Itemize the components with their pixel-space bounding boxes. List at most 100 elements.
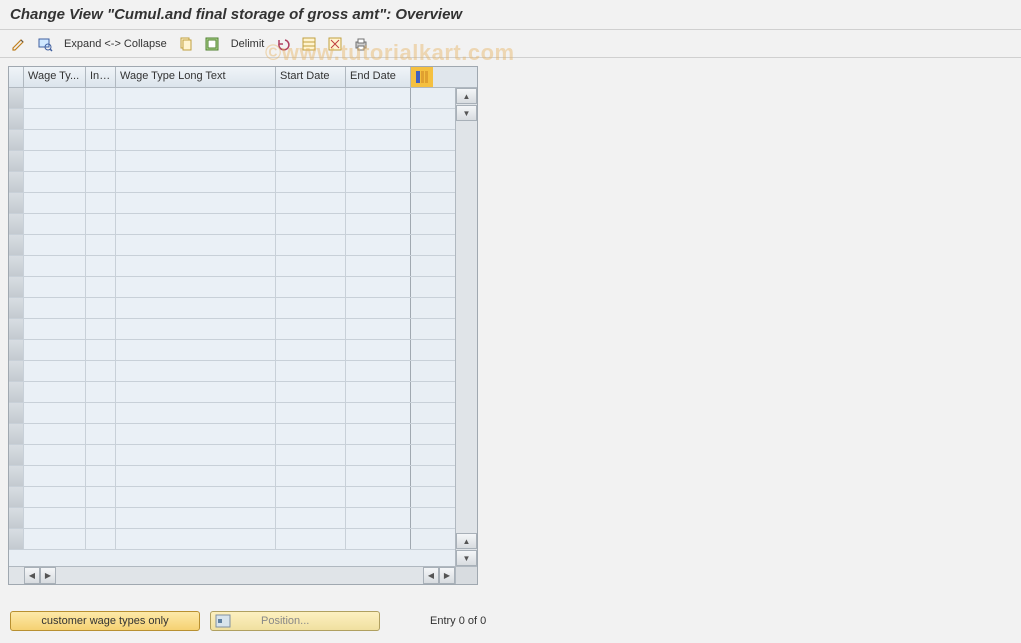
cell-start-date[interactable] — [276, 361, 346, 381]
cell-infotype[interactable] — [86, 130, 116, 150]
cell-start-date[interactable] — [276, 256, 346, 276]
row-selector[interactable] — [9, 172, 24, 192]
table-row[interactable] — [9, 130, 455, 151]
cell-long-text[interactable] — [116, 403, 276, 423]
cell-wage-type[interactable] — [24, 109, 86, 129]
row-selector[interactable] — [9, 466, 24, 486]
row-selector[interactable] — [9, 529, 24, 549]
cell-infotype[interactable] — [86, 340, 116, 360]
scroll-up-step-icon[interactable]: ▼ — [456, 105, 477, 121]
row-selector[interactable] — [9, 130, 24, 150]
column-infotype[interactable]: Inf... — [86, 67, 116, 87]
row-selector[interactable] — [9, 382, 24, 402]
cell-wage-type[interactable] — [24, 130, 86, 150]
deselect-all-icon[interactable] — [324, 34, 346, 54]
cell-long-text[interactable] — [116, 109, 276, 129]
cell-long-text[interactable] — [116, 382, 276, 402]
cell-wage-type[interactable] — [24, 151, 86, 171]
cell-end-date[interactable] — [346, 214, 411, 234]
cell-wage-type[interactable] — [24, 214, 86, 234]
cell-wage-type[interactable] — [24, 88, 86, 108]
row-selector[interactable] — [9, 214, 24, 234]
cell-long-text[interactable] — [116, 193, 276, 213]
cell-start-date[interactable] — [276, 424, 346, 444]
cell-end-date[interactable] — [346, 361, 411, 381]
row-selector[interactable] — [9, 109, 24, 129]
column-long-text[interactable]: Wage Type Long Text — [116, 67, 276, 87]
cell-end-date[interactable] — [346, 529, 411, 549]
table-row[interactable] — [9, 487, 455, 508]
cell-infotype[interactable] — [86, 235, 116, 255]
cell-wage-type[interactable] — [24, 445, 86, 465]
table-row[interactable] — [9, 277, 455, 298]
cell-start-date[interactable] — [276, 382, 346, 402]
table-row[interactable] — [9, 172, 455, 193]
cell-long-text[interactable] — [116, 487, 276, 507]
cell-long-text[interactable] — [116, 340, 276, 360]
select-all-icon[interactable] — [201, 34, 223, 54]
cell-start-date[interactable] — [276, 109, 346, 129]
cell-infotype[interactable] — [86, 88, 116, 108]
cell-long-text[interactable] — [116, 508, 276, 528]
cell-long-text[interactable] — [116, 277, 276, 297]
table-row[interactable] — [9, 109, 455, 130]
cell-end-date[interactable] — [346, 235, 411, 255]
row-selector[interactable] — [9, 88, 24, 108]
select-block-icon[interactable] — [298, 34, 320, 54]
cell-end-date[interactable] — [346, 445, 411, 465]
print-icon[interactable] — [350, 34, 372, 54]
scroll-down-icon[interactable]: ▼ — [456, 550, 477, 566]
table-row[interactable] — [9, 256, 455, 277]
cell-long-text[interactable] — [116, 151, 276, 171]
cell-long-text[interactable] — [116, 88, 276, 108]
cell-long-text[interactable] — [116, 130, 276, 150]
cell-end-date[interactable] — [346, 487, 411, 507]
cell-end-date[interactable] — [346, 466, 411, 486]
copy-icon[interactable] — [175, 34, 197, 54]
cell-start-date[interactable] — [276, 193, 346, 213]
cell-end-date[interactable] — [346, 403, 411, 423]
cell-wage-type[interactable] — [24, 256, 86, 276]
column-start-date[interactable]: Start Date — [276, 67, 346, 87]
cell-end-date[interactable] — [346, 193, 411, 213]
scroll-left-step-icon[interactable]: ▶ — [40, 567, 56, 584]
toggle-edit-icon[interactable] — [8, 34, 30, 54]
cell-end-date[interactable] — [346, 382, 411, 402]
cell-infotype[interactable] — [86, 319, 116, 339]
table-row[interactable] — [9, 361, 455, 382]
cell-infotype[interactable] — [86, 445, 116, 465]
row-selector[interactable] — [9, 487, 24, 507]
table-row[interactable] — [9, 88, 455, 109]
cell-infotype[interactable] — [86, 403, 116, 423]
row-selector[interactable] — [9, 298, 24, 318]
row-selector[interactable] — [9, 340, 24, 360]
cell-infotype[interactable] — [86, 151, 116, 171]
cell-start-date[interactable] — [276, 445, 346, 465]
cell-end-date[interactable] — [346, 298, 411, 318]
table-row[interactable] — [9, 319, 455, 340]
cell-long-text[interactable] — [116, 319, 276, 339]
cell-infotype[interactable] — [86, 193, 116, 213]
row-selector[interactable] — [9, 256, 24, 276]
cell-start-date[interactable] — [276, 466, 346, 486]
cell-start-date[interactable] — [276, 529, 346, 549]
cell-infotype[interactable] — [86, 109, 116, 129]
expand-collapse-button[interactable]: Expand <-> Collapse — [60, 34, 171, 54]
cell-infotype[interactable] — [86, 256, 116, 276]
scroll-down-step-icon[interactable]: ▲ — [456, 533, 477, 549]
cell-start-date[interactable] — [276, 172, 346, 192]
cell-start-date[interactable] — [276, 214, 346, 234]
cell-start-date[interactable] — [276, 298, 346, 318]
cell-end-date[interactable] — [346, 508, 411, 528]
row-selector[interactable] — [9, 508, 24, 528]
cell-infotype[interactable] — [86, 466, 116, 486]
cell-end-date[interactable] — [346, 130, 411, 150]
cell-long-text[interactable] — [116, 214, 276, 234]
cell-start-date[interactable] — [276, 508, 346, 528]
cell-long-text[interactable] — [116, 529, 276, 549]
column-end-date[interactable]: End Date — [346, 67, 411, 87]
cell-start-date[interactable] — [276, 340, 346, 360]
cell-wage-type[interactable] — [24, 403, 86, 423]
customer-wage-types-button[interactable]: customer wage types only — [10, 611, 200, 631]
table-config-icon[interactable] — [411, 67, 433, 87]
